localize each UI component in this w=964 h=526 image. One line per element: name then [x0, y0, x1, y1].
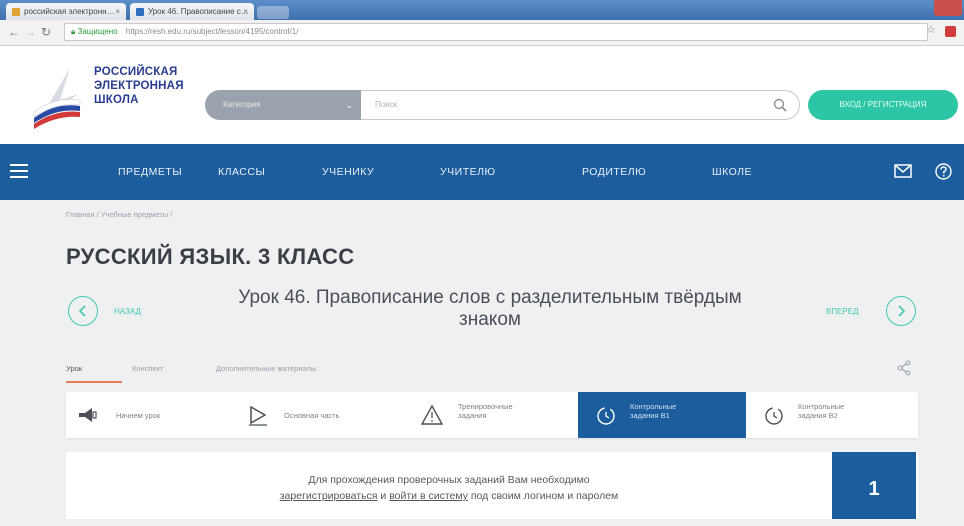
- nav-item-teacher[interactable]: УЧИТЕЛЮ: [440, 144, 496, 200]
- login-link[interactable]: войти в систему: [389, 490, 468, 502]
- step-label: Контрольные: [798, 402, 845, 411]
- step-label: задания В1: [630, 411, 670, 420]
- search-icon[interactable]: [773, 98, 787, 112]
- timer-icon: [765, 407, 783, 425]
- lock-icon: 🔒︎: [71, 27, 76, 36]
- window-close-button[interactable]: [934, 0, 962, 16]
- tab-favicon-icon: [12, 8, 20, 16]
- main-nav: ПРЕДМЕТЫ КЛАССЫ УЧЕНИКУ УЧИТЕЛЮ РОДИТЕЛЮ…: [0, 144, 964, 200]
- step-training-tasks[interactable]: Тренировочные задания: [406, 392, 576, 438]
- timer-icon: [597, 407, 615, 425]
- back-arrow-icon[interactable]: ←: [8, 24, 20, 40]
- lesson-steps: Начнем урок Основная часть Тренировочные…: [66, 392, 918, 438]
- tab-lesson[interactable]: Урок: [66, 364, 82, 373]
- help-icon[interactable]: [935, 163, 952, 180]
- logo-text[interactable]: РОССИЙСКАЯ ЭЛЕКТРОННАЯ ШКОЛА: [94, 65, 204, 107]
- task-number-badge[interactable]: 1: [832, 452, 916, 519]
- extension-icon[interactable]: [945, 26, 956, 37]
- step-main-part[interactable]: Основная часть: [232, 392, 402, 438]
- browser-tab-label: Урок 46. Правописание с…: [148, 7, 249, 16]
- tab-extra-materials[interactable]: Дополнительные материалы: [216, 364, 316, 373]
- nav-item-parent[interactable]: РОДИТЕЛЮ: [582, 144, 646, 200]
- notice-connector: и: [377, 490, 390, 502]
- logo-icon[interactable]: [30, 56, 84, 132]
- page-title: РУССКИЙ ЯЗЫК. 3 КЛАСС: [66, 244, 355, 269]
- login-register-button[interactable]: ВХОД / РЕГИСТРАЦИЯ: [808, 90, 958, 120]
- notice-tail: под своим логином и паролем: [467, 490, 619, 502]
- step-control-b2[interactable]: Контрольные задания В2: [750, 392, 918, 438]
- nav-item-student[interactable]: УЧЕНИКУ: [322, 144, 374, 200]
- nav-item-school[interactable]: ШКОЛЕ: [712, 144, 752, 200]
- bookmark-star-icon[interactable]: ☆: [926, 23, 936, 36]
- step-label: задания: [458, 411, 487, 420]
- tab-favicon-icon: [136, 8, 144, 16]
- active-tab-underline: [66, 381, 122, 383]
- notice-line: Для прохождения проверочных заданий Вам …: [308, 474, 590, 486]
- prev-arrow-icon[interactable]: [68, 296, 98, 326]
- breadcrumb[interactable]: Главная / Учебные предметы /: [66, 210, 172, 219]
- url-input[interactable]: 🔒︎ Защищено https://resh.edu.ru/subject/…: [64, 23, 928, 41]
- tab-summary[interactable]: Конспект: [132, 364, 163, 373]
- tab-close-icon[interactable]: ×: [243, 3, 248, 20]
- tab-close-icon[interactable]: ×: [115, 3, 120, 20]
- step-start-lesson[interactable]: Начнем урок: [66, 392, 226, 438]
- site-header: РОССИЙСКАЯ ЭЛЕКТРОННАЯ ШКОЛА Категория ⌄…: [0, 46, 964, 144]
- notice-text: Для прохождения проверочных заданий Вам …: [214, 472, 684, 504]
- next-arrow-icon[interactable]: [886, 296, 916, 326]
- window-minimize-button[interactable]: [886, 0, 910, 18]
- share-icon[interactable]: [897, 360, 911, 376]
- lesson-title-line: знаком: [459, 309, 521, 330]
- reload-icon[interactable]: ↻: [41, 24, 51, 40]
- prev-lesson-link[interactable]: НАЗАД: [114, 307, 141, 316]
- mail-icon[interactable]: [894, 164, 912, 178]
- browser-tabbar: российская электронн… × Урок 46. Правопи…: [0, 0, 964, 20]
- logo-line: РОССИЙСКАЯ: [94, 66, 178, 78]
- forward-arrow-icon[interactable]: →: [24, 24, 36, 40]
- browser-tab-2[interactable]: Урок 46. Правописание с… ×: [130, 3, 254, 20]
- browser-tab-1[interactable]: российская электронн… ×: [6, 3, 126, 20]
- window-maximize-button[interactable]: [910, 0, 934, 18]
- secure-label: Защищено: [77, 27, 118, 36]
- logo-line: ЭЛЕКТРОННАЯ: [94, 80, 184, 92]
- step-label: Начнем урок: [116, 411, 161, 420]
- category-select-value: Категория: [223, 100, 261, 109]
- step-label: Тренировочные: [458, 402, 513, 411]
- browser-tab-label: российская электронн…: [24, 7, 115, 16]
- triangle-warning-icon: [420, 404, 444, 425]
- play-icon: [249, 405, 267, 426]
- nav-item-classes[interactable]: КЛАССЫ: [218, 144, 265, 200]
- step-control-b1[interactable]: Контрольные задания В1: [578, 392, 746, 438]
- lesson-title-line: Урок 46. Правописание слов с разделитель…: [238, 287, 742, 308]
- url-text: https://resh.edu.ru/subject/lesson/4195/…: [125, 27, 299, 36]
- nav-item-subjects[interactable]: ПРЕДМЕТЫ: [118, 144, 182, 200]
- burger-menu-icon[interactable]: [10, 164, 28, 178]
- browser-address-bar: ← → ↻ 🔒︎ Защищено https://resh.edu.ru/su…: [0, 20, 964, 46]
- lesson-title: Урок 46. Правописание слов с разделитель…: [180, 287, 800, 331]
- step-label: Основная часть: [284, 411, 340, 420]
- logo-line: ШКОЛА: [94, 94, 139, 106]
- register-link[interactable]: зарегистрироваться: [280, 490, 378, 502]
- search-placeholder: Поиск: [375, 100, 398, 109]
- search-input[interactable]: Поиск: [361, 90, 800, 120]
- category-select[interactable]: Категория ⌄: [205, 90, 361, 120]
- registration-notice: Для прохождения проверочных заданий Вам …: [66, 452, 918, 519]
- step-label: задания В2: [798, 411, 838, 420]
- megaphone-icon: [79, 408, 97, 422]
- notice-line: зарегистрироваться и войти в систему под…: [214, 488, 684, 504]
- next-lesson-link[interactable]: ВПЕРЕД: [826, 307, 859, 316]
- step-label: Контрольные: [630, 402, 677, 411]
- new-tab-button[interactable]: [257, 6, 289, 19]
- chevron-down-icon: ⌄: [345, 100, 353, 110]
